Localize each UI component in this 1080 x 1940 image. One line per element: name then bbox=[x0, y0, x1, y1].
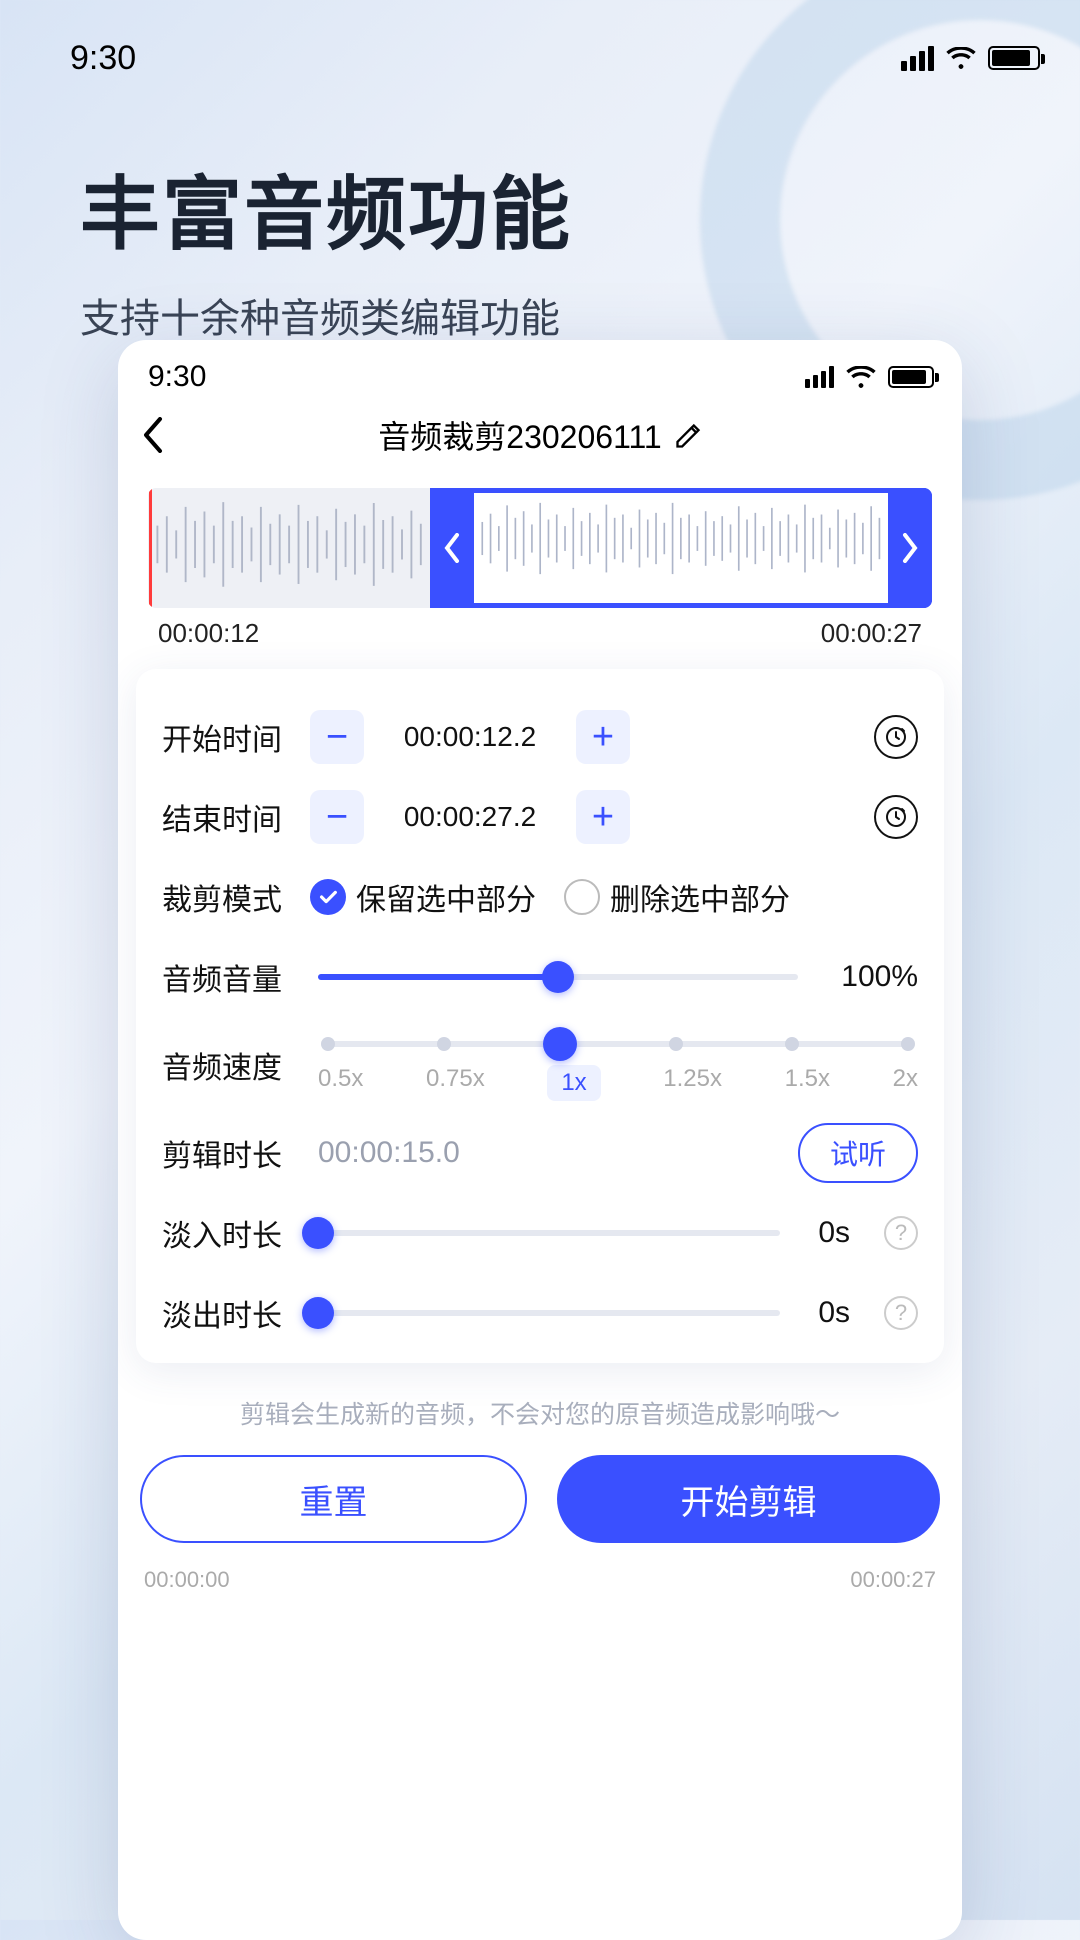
battery-icon bbox=[888, 366, 934, 388]
speed-opt-2[interactable]: 1x bbox=[547, 1065, 600, 1101]
mode-row: 裁剪模式 保留选中部分 删除选中部分 bbox=[162, 857, 918, 937]
waveform-selected[interactable] bbox=[430, 488, 932, 608]
range-handle-right[interactable] bbox=[888, 488, 932, 608]
check-icon bbox=[310, 879, 346, 915]
fadeout-label: 淡出时长 bbox=[162, 1291, 310, 1335]
range-start-time: 00:00:12 bbox=[158, 618, 259, 649]
fadein-row: 淡入时长 0s ? bbox=[162, 1193, 918, 1273]
duration-row: 剪辑时长 00:00:15.0 试听 bbox=[162, 1113, 918, 1193]
duration-value: 00:00:15.0 bbox=[318, 1136, 460, 1170]
speed-opt-1[interactable]: 0.75x bbox=[426, 1065, 485, 1101]
fadein-label: 淡入时长 bbox=[162, 1211, 310, 1255]
speed-labels: 0.5x 0.75x 1x 1.25x 1.5x 2x bbox=[318, 1065, 918, 1101]
waveform-selector[interactable] bbox=[148, 488, 932, 608]
hero: 丰富音频功能 支持十余种音频类编辑功能 bbox=[80, 150, 572, 344]
reset-button[interactable]: 重置 bbox=[140, 1455, 527, 1543]
volume-thumb[interactable] bbox=[542, 961, 574, 993]
fadein-help-icon[interactable]: ? bbox=[884, 1216, 918, 1250]
app-status-time: 9:30 bbox=[148, 360, 206, 394]
start-minus-button[interactable]: − bbox=[310, 710, 364, 764]
settings-panel: 开始时间 − 00:00:12.2 + 结束时间 − 00:00:27.2 + … bbox=[136, 669, 944, 1363]
speed-label: 音频速度 bbox=[162, 1043, 310, 1087]
speed-opt-4[interactable]: 1.5x bbox=[785, 1065, 830, 1101]
action-buttons: 重置 开始剪辑 bbox=[118, 1455, 962, 1563]
signal-icon bbox=[901, 46, 934, 71]
signal-icon bbox=[805, 366, 834, 388]
waveform-selected-body bbox=[474, 488, 888, 608]
fadein-slider[interactable] bbox=[318, 1230, 780, 1236]
device-status-bar: 9:30 bbox=[0, 28, 1080, 88]
start-value[interactable]: 00:00:12.2 bbox=[374, 710, 566, 764]
fadeout-slider[interactable] bbox=[318, 1310, 780, 1316]
speed-opt-0[interactable]: 0.5x bbox=[318, 1065, 363, 1101]
speed-opt-5[interactable]: 2x bbox=[893, 1065, 918, 1101]
volume-value: 100% bbox=[818, 960, 918, 994]
volume-slider[interactable] bbox=[318, 974, 798, 980]
nav-bar: 音频裁剪230206111 bbox=[118, 400, 962, 470]
speed-slider[interactable] bbox=[328, 1041, 908, 1047]
app-status-bar: 9:30 bbox=[118, 340, 962, 400]
start-clock-button[interactable] bbox=[874, 715, 918, 759]
edit-title-icon[interactable] bbox=[674, 421, 702, 449]
status-icons bbox=[901, 46, 1040, 71]
mode-label: 裁剪模式 bbox=[162, 875, 310, 919]
hero-subtitle: 支持十余种音频类编辑功能 bbox=[80, 286, 572, 344]
range-handle-left[interactable] bbox=[430, 488, 474, 608]
end-label: 结束时间 bbox=[162, 795, 310, 839]
mode-delete-radio[interactable]: 删除选中部分 bbox=[564, 875, 790, 919]
duration-label: 剪辑时长 bbox=[162, 1131, 310, 1175]
volume-row: 音频音量 100% bbox=[162, 937, 918, 1017]
status-time: 9:30 bbox=[70, 39, 136, 78]
volume-label: 音频音量 bbox=[162, 955, 310, 999]
waveform-unselected bbox=[148, 488, 430, 608]
speed-thumb[interactable] bbox=[543, 1027, 577, 1061]
end-plus-button[interactable]: + bbox=[576, 790, 630, 844]
end-value[interactable]: 00:00:27.2 bbox=[374, 790, 566, 844]
start-label: 开始时间 bbox=[162, 715, 310, 759]
app-status-icons bbox=[805, 366, 934, 388]
start-plus-button[interactable]: + bbox=[576, 710, 630, 764]
range-time-row: 00:00:12 00:00:27 bbox=[158, 618, 922, 649]
preview-button[interactable]: 试听 bbox=[798, 1123, 918, 1183]
fadeout-help-icon[interactable]: ? bbox=[884, 1296, 918, 1330]
title-text: 音频裁剪230206111 bbox=[378, 412, 661, 458]
end-clock-button[interactable] bbox=[874, 795, 918, 839]
speed-opt-3[interactable]: 1.25x bbox=[663, 1065, 722, 1101]
footer-note: 剪辑会生成新的音频，不会对您的原音频造成影响哦～ bbox=[138, 1395, 942, 1431]
hero-title: 丰富音频功能 bbox=[80, 150, 572, 266]
speed-row: 音频速度 0.5x 0.75x 1x 1.25x 1.5x 2x bbox=[162, 1017, 918, 1113]
wifi-icon bbox=[846, 366, 876, 388]
mode-keep-label: 保留选中部分 bbox=[356, 875, 536, 919]
end-minus-button[interactable]: − bbox=[310, 790, 364, 844]
footer-time-row: 00:00:00 00:00:27 bbox=[118, 1563, 962, 1597]
end-time-row: 结束时间 − 00:00:27.2 + bbox=[162, 777, 918, 857]
radio-off-icon bbox=[564, 879, 600, 915]
start-time-row: 开始时间 − 00:00:12.2 + bbox=[162, 697, 918, 777]
app-screen: 9:30 音频裁剪230206111 bbox=[118, 340, 962, 1940]
fadeout-value: 0s bbox=[800, 1296, 850, 1330]
mode-keep-radio[interactable]: 保留选中部分 bbox=[310, 875, 536, 919]
fadeout-row: 淡出时长 0s ? bbox=[162, 1273, 918, 1353]
mode-delete-label: 删除选中部分 bbox=[610, 875, 790, 919]
range-end-time: 00:00:27 bbox=[821, 618, 922, 649]
fadein-value: 0s bbox=[800, 1216, 850, 1250]
page-title: 音频裁剪230206111 bbox=[118, 412, 962, 458]
fadeout-thumb[interactable] bbox=[302, 1297, 334, 1329]
confirm-button[interactable]: 开始剪辑 bbox=[557, 1455, 940, 1543]
wifi-icon bbox=[946, 47, 976, 69]
fadein-thumb[interactable] bbox=[302, 1217, 334, 1249]
foot-time-left: 00:00:00 bbox=[144, 1567, 230, 1593]
battery-icon bbox=[988, 46, 1040, 70]
foot-time-right: 00:00:27 bbox=[850, 1567, 936, 1593]
